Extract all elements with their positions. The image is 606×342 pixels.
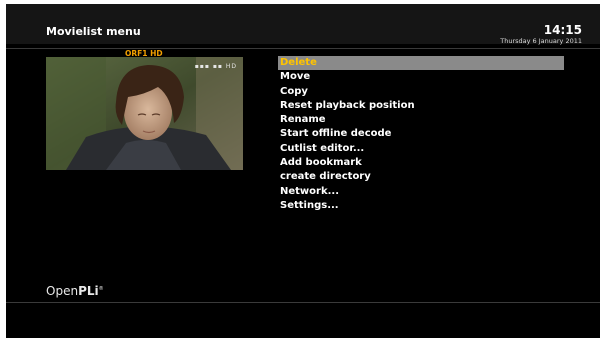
menu-item-settings[interactable]: Settings... — [278, 199, 564, 213]
logo-text-open: Open — [46, 284, 79, 298]
video-preview: ▪▪▪ ▪▪ HD — [46, 57, 243, 170]
openpli-logo: OpenPLi® — [46, 284, 104, 298]
logo-mark: ® — [98, 286, 104, 292]
menu-item-move[interactable]: Move — [278, 70, 564, 84]
video-frame-image — [46, 57, 243, 170]
menu-item-delete[interactable]: Delete — [278, 56, 564, 71]
menu-item-network[interactable]: Network... — [278, 185, 564, 199]
clock-time: 14:15 — [543, 23, 582, 37]
menu-item-cutlist-editor[interactable]: Cutlist editor... — [278, 142, 564, 156]
footer-divider — [6, 302, 600, 303]
page-title: Movielist menu — [46, 25, 141, 38]
menu-item-copy[interactable]: Copy — [278, 85, 564, 99]
tv-screen: Movielist menu 14:15 Thursday 6 January … — [6, 4, 600, 338]
menu-item-create-directory[interactable]: create directory — [278, 170, 564, 184]
header-bar: Movielist menu 14:15 Thursday 6 January … — [6, 4, 600, 45]
menu-item-rename[interactable]: Rename — [278, 113, 564, 127]
clock-date: Thursday 6 January 2011 — [500, 37, 582, 45]
menu-item-offline-decode[interactable]: Start offline decode — [278, 127, 564, 141]
logo-text-pli: PLi — [78, 284, 99, 298]
context-menu: Delete Move Copy Reset playback position… — [278, 56, 564, 213]
menu-item-add-bookmark[interactable]: Add bookmark — [278, 156, 564, 170]
menu-item-reset-playback[interactable]: Reset playback position — [278, 99, 564, 113]
signal-indicator-icon: ▪▪▪ ▪▪ HD — [194, 63, 237, 70]
header-divider — [6, 48, 600, 49]
